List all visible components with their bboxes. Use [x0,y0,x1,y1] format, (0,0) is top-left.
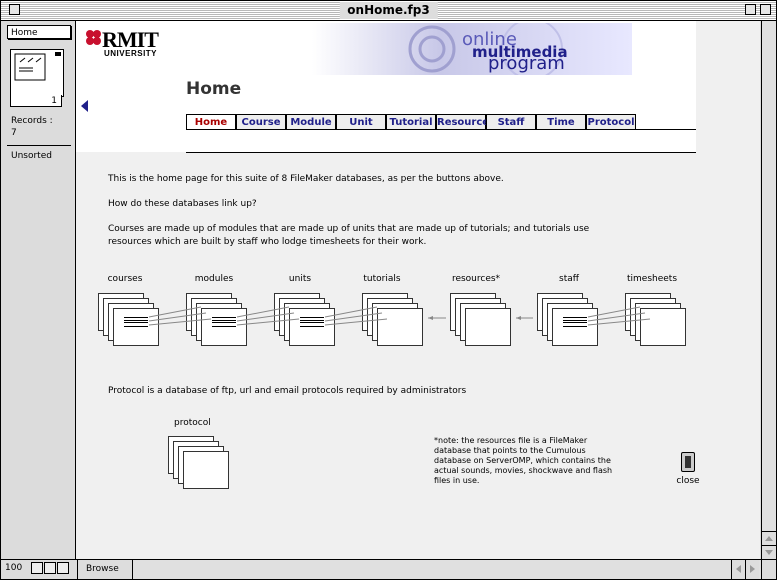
collapse-box-icon[interactable] [760,4,771,15]
window-title: onHome.fp3 [339,2,438,19]
tab-tutorial[interactable]: Tutorial [386,114,436,129]
zoom-box-icon[interactable] [745,4,756,15]
intro-text: This is the home page for this suite of … [108,174,504,184]
scroll-down-icon[interactable] [762,545,776,559]
tab-protocol[interactable]: Protocol [586,114,636,129]
zoom-in-icon[interactable] [44,562,56,574]
db-stack-resources [450,293,512,349]
sort-status: Unsorted [11,151,52,161]
db-stack-courses [98,293,160,349]
header: RMIT UNIVERSITY online multimedia progra… [76,21,696,153]
filemaker-window: onHome.fp3 Home 1 Records : 7 Unsorted R… [0,0,777,580]
resize-handle-icon[interactable] [761,560,776,579]
mode-popup[interactable]: Browse [77,560,133,579]
db-stack-protocol [168,436,230,492]
close-button[interactable]: close [674,452,702,486]
layout-popup[interactable]: Home [7,25,71,39]
divider [186,152,696,153]
db-stack-staff [537,293,599,349]
door-icon[interactable] [681,452,695,472]
resources-note: *note: the resources file is a FileMaker… [434,436,613,485]
book-icon[interactable]: 1 [10,49,66,107]
db-label-protocol: protocol [174,418,211,428]
records-label: Records : [11,116,53,126]
horizontal-scrollbar[interactable] [133,560,761,579]
layout-content: RMIT UNIVERSITY online multimedia progra… [76,21,760,559]
tab-unit[interactable]: Unit [336,114,386,129]
close-box-icon[interactable] [9,4,20,15]
scroll-up-icon[interactable] [762,531,776,545]
db-label-courses: courses [107,274,143,284]
zoom-level[interactable]: 100 [5,563,22,573]
tab-staff[interactable]: Staff [486,114,536,129]
program-banner: online multimedia program [312,23,632,75]
back-arrow-icon[interactable] [81,100,88,112]
db-stack-timesheets [625,293,687,349]
banner-word-3: program [488,53,565,74]
close-label: close [676,476,700,486]
db-label-timesheets: timesheets [626,274,678,284]
book-page[interactable] [10,49,64,97]
tab-home[interactable]: Home [186,114,236,130]
protocol-text: Protocol is a database of ftp, url and e… [108,386,467,396]
divider [7,145,71,146]
page-title: Home [186,79,242,99]
tab-module[interactable]: Module [286,114,336,129]
rmit-logo-icon [86,30,101,45]
db-label-resources: resources* [451,274,501,284]
db-label-units: units [288,274,312,284]
scroll-right-icon[interactable] [745,560,759,579]
tab-resource[interactable]: Resource [436,114,489,129]
divider [186,129,696,130]
record-number: 1 [10,95,62,107]
records-info: Records : 7 [11,115,53,139]
tab-time[interactable]: Time [536,114,586,129]
zoom-controls [31,562,73,576]
db-label-modules: modules [194,274,234,284]
bottom-bar: 100 Browse [1,559,776,579]
tab-course[interactable]: Course [236,114,286,129]
vertical-scrollbar[interactable] [761,21,776,559]
title-bar[interactable]: onHome.fp3 [1,1,776,21]
db-stack-units [274,293,336,349]
db-stack-modules [186,293,248,349]
db-label-tutorials: tutorials [363,274,401,284]
db-stack-tutorials [362,293,424,349]
scroll-left-icon[interactable] [731,560,745,579]
explanation-text: Courses are made up of modules that are … [108,224,590,247]
question-text: How do these databases link up? [108,199,257,209]
logo-subtext: UNIVERSITY [104,49,158,58]
records-count: 7 [11,128,17,138]
db-label-staff: staff [559,274,579,284]
status-area: Home 1 Records : 7 Unsorted [1,21,76,559]
status-toggle-icon[interactable] [57,562,69,574]
zoom-out-icon[interactable] [31,562,43,574]
